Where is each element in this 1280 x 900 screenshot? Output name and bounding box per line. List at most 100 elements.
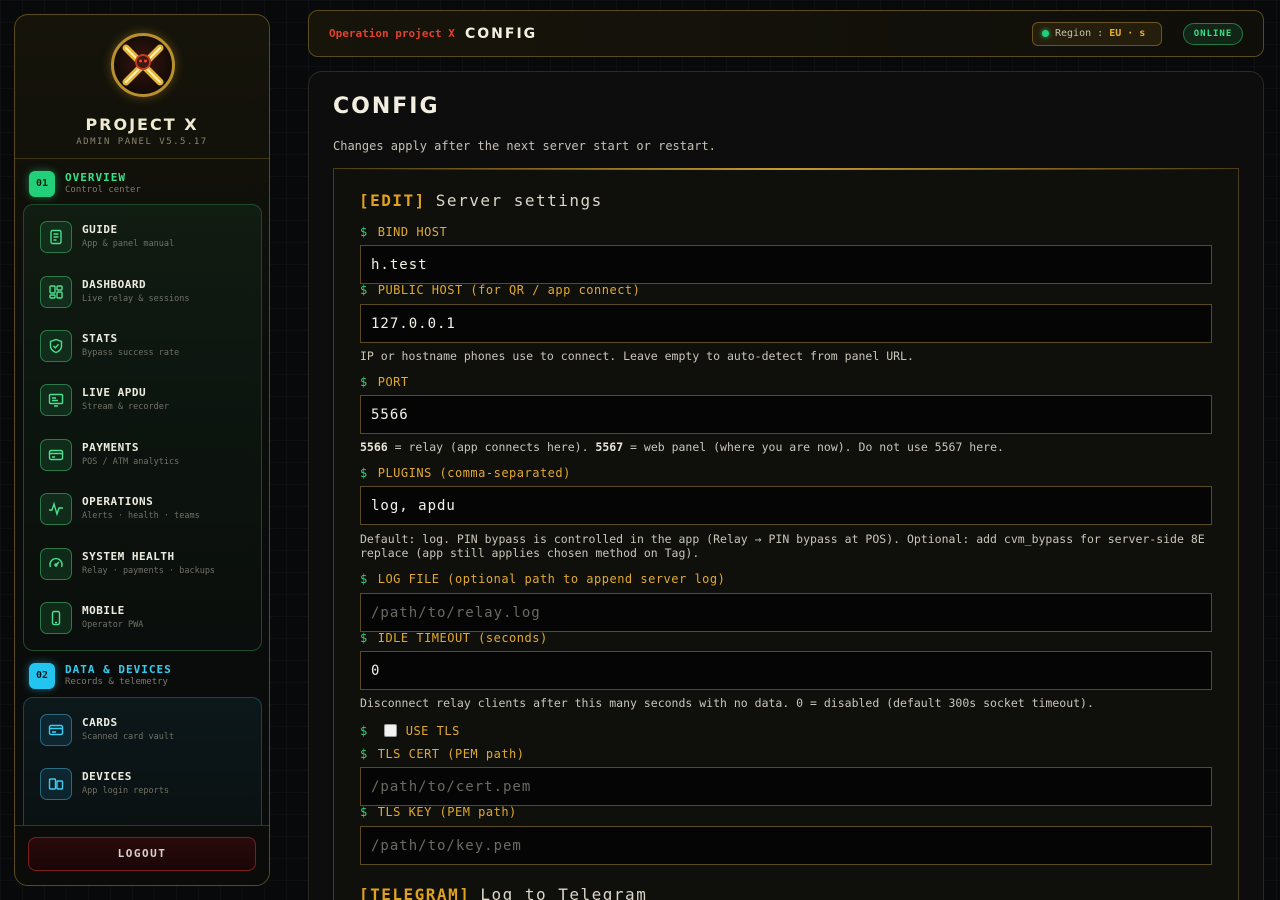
logout-button[interactable]: LOGOUT: [28, 837, 256, 871]
plugins-help: Default: log. PIN bypass is controlled i…: [360, 532, 1205, 560]
card-title: [EDIT] Server settings: [359, 191, 603, 210]
public-host-input[interactable]: [360, 304, 1212, 343]
sidebar-item-sub: POS / ATM analytics: [82, 457, 180, 467]
telegram-section-title: [TELEGRAM] Log to Telegram: [359, 885, 647, 900]
sidebar-item-label: GUIDE: [82, 223, 118, 236]
idle-timeout-label: $ IDLE TIMEOUT (seconds): [360, 631, 548, 645]
section-subtitle: Records & telemetry: [65, 677, 168, 687]
region-value: EU · s: [1109, 28, 1146, 39]
section-overview-group: GUIDE App & panel manual DASHBOARD Live …: [23, 204, 262, 651]
shield-check-icon: [40, 330, 72, 362]
port-help: 5566 = relay (app connects here). 5567 =…: [360, 440, 1004, 454]
telegram-tag: [TELEGRAM]: [359, 885, 471, 900]
tls-key-input[interactable]: [360, 826, 1212, 865]
card-heading: Server settings: [435, 191, 603, 210]
card-terminal-icon: [40, 439, 72, 471]
plugins-input[interactable]: [360, 486, 1212, 525]
bind-host-input[interactable]: [360, 245, 1212, 284]
port-input[interactable]: [360, 395, 1212, 434]
breadcrumb-current: CONFIG: [465, 26, 538, 42]
log-file-label: $ LOG FILE (optional path to append serve…: [360, 572, 726, 586]
credit-card-icon: [40, 714, 72, 746]
sidebar-item-label: STATS: [82, 332, 118, 345]
sidebar-item-label: OPERATIONS: [82, 495, 154, 508]
project-x-logo: [111, 33, 175, 97]
sidebar-item-payments[interactable]: PAYMENTS POS / ATM analytics: [40, 439, 250, 479]
telegram-heading: Log to Telegram: [480, 885, 648, 900]
sidebar-item-label: CARDS: [82, 716, 118, 729]
sidebar-item-guide[interactable]: GUIDE App & panel manual: [40, 221, 250, 261]
prompt-symbol: $: [360, 805, 368, 819]
log-file-input[interactable]: [360, 593, 1212, 632]
sidebar-item-cards[interactable]: CARDS Scanned card vault: [40, 714, 250, 754]
idle-timeout-input[interactable]: [360, 651, 1212, 690]
use-tls-checkbox[interactable]: [384, 724, 397, 737]
plugins-label: $ PLUGINS (comma-separated): [360, 466, 571, 480]
breadcrumb-parent[interactable]: Operation project X: [329, 27, 455, 40]
sidebar-item-label: SYSTEM HEALTH: [82, 550, 175, 563]
prompt-symbol: $: [360, 631, 368, 645]
brand-title: PROJECT X: [85, 115, 199, 134]
prompt-symbol: $: [360, 225, 368, 239]
status-badge: ONLINE: [1183, 23, 1243, 45]
gauge-icon: [40, 548, 72, 580]
region-indicator[interactable]: Region : EU · s: [1032, 22, 1162, 46]
card-tag: [EDIT]: [359, 191, 426, 210]
sidebar-item-sub: Live relay & sessions: [82, 294, 190, 304]
logout-area: LOGOUT: [15, 825, 269, 885]
page-description: Changes apply after the next server star…: [333, 139, 716, 153]
sidebar-item-dashboard[interactable]: DASHBOARD Live relay & sessions: [40, 276, 250, 316]
port-label: $ PORT: [360, 375, 409, 389]
section-title: DATA & DEVICES: [65, 663, 172, 676]
main-panel: CONFIG Changes apply after the next serv…: [308, 71, 1264, 900]
phone-icon: [40, 602, 72, 634]
server-settings-card: [EDIT] Server settings $BIND HOST $PUBLIC…: [333, 168, 1239, 900]
brand: PROJECT X ADMIN PANEL V5.5.17: [15, 15, 269, 159]
tls-cert-input[interactable]: [360, 767, 1212, 806]
sidebar-item-sub: Relay · payments · backups: [82, 566, 216, 576]
bind-host-label: $ BIND HOST: [360, 225, 448, 239]
prompt-symbol: $: [360, 466, 368, 480]
sidebar-item-label: MOBILE: [82, 604, 125, 617]
sidebar-item-sub: Alerts · health · teams: [82, 511, 200, 521]
public-host-help: IP or hostname phones use to connect. Le…: [360, 349, 914, 363]
tls-key-label: $ TLS KEY (PEM path): [360, 805, 517, 819]
sidebar-item-system-health[interactable]: SYSTEM HEALTH Relay · payments · backups: [40, 548, 250, 588]
status-dot-icon: [1042, 30, 1049, 37]
sidebar-item-label: DEVICES: [82, 770, 132, 783]
book-icon: [40, 221, 72, 253]
prompt-symbol: $: [360, 375, 368, 389]
sidebar-item-sub: Operator PWA: [82, 620, 144, 630]
prompt-symbol: $: [360, 724, 368, 738]
pulse-icon: [40, 493, 72, 525]
sidebar-item-stats[interactable]: STATS Bypass success rate: [40, 330, 250, 370]
topbar: Operation project X CONFIG Region : EU ·…: [308, 10, 1264, 57]
sidebar-item-sub: Scanned card vault: [82, 732, 175, 742]
prompt-symbol: $: [360, 572, 368, 586]
section-badge: 01: [29, 171, 55, 197]
sidebar-item-devices[interactable]: DEVICES App login reports: [40, 768, 250, 808]
devices-icon: [40, 768, 72, 800]
sidebar-item-sub: Stream & recorder: [82, 402, 169, 412]
sidebar: PROJECT X ADMIN PANEL V5.5.17 01 OVERVIE…: [14, 14, 270, 886]
region-label: Region :: [1055, 28, 1104, 39]
sidebar-item-label: LIVE APDU: [82, 386, 147, 399]
monitor-icon: [40, 384, 72, 416]
prompt-symbol: $: [360, 283, 368, 297]
page-title: CONFIG: [333, 94, 440, 119]
section-subtitle: Control center: [65, 185, 141, 195]
sidebar-item-label: PAYMENTS: [82, 441, 139, 454]
section-title: OVERVIEW: [65, 171, 126, 184]
prompt-symbol: $: [360, 747, 368, 761]
sidebar-item-live-apdu[interactable]: LIVE APDU Stream & recorder: [40, 384, 250, 424]
sidebar-item-sub: Bypass success rate: [82, 348, 180, 358]
dashboard-icon: [40, 276, 72, 308]
sidebar-item-operations[interactable]: OPERATIONS Alerts · health · teams: [40, 493, 250, 533]
sidebar-item-label: DASHBOARD: [82, 278, 147, 291]
public-host-label: $ PUBLIC HOST (for QR / app connect): [360, 283, 641, 297]
sidebar-item-mobile[interactable]: MOBILE Operator PWA: [40, 602, 250, 642]
sidebar-item-sub: App & panel manual: [82, 239, 175, 249]
brand-version: ADMIN PANEL V5.5.17: [76, 137, 208, 147]
sidebar-item-sub: App login reports: [82, 786, 169, 796]
idle-timeout-help: Disconnect relay clients after this many…: [360, 696, 1094, 710]
